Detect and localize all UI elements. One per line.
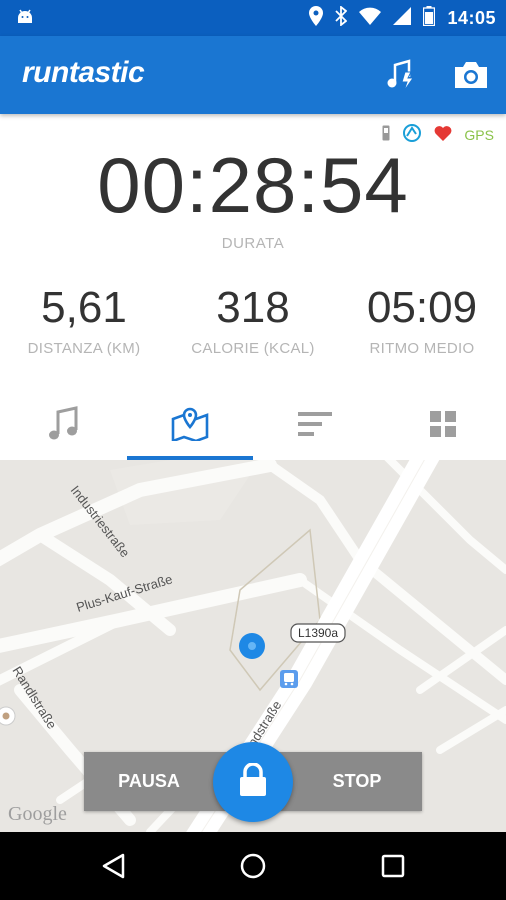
poi-icon[interactable] (0, 706, 16, 726)
road-badge-label: L1390a (298, 626, 338, 640)
lock-button[interactable] (213, 742, 293, 822)
road-badge: L1390a (290, 623, 346, 643)
distance-value: 5,61 (41, 283, 127, 332)
music-note-icon (46, 405, 80, 447)
back-icon[interactable] (97, 850, 129, 882)
recents-icon[interactable] (377, 850, 409, 882)
bluetooth-icon (335, 4, 348, 31)
app-bar: runtastic (0, 36, 506, 114)
grid-icon (429, 410, 457, 443)
map-icon (171, 407, 209, 446)
pace-label: RITMO MEDIO (369, 340, 475, 357)
duration-value: 00:28:54 (97, 141, 409, 229)
pace-metric: 05:09 RITMO MEDIO (338, 280, 506, 357)
distance-label: DISTANZA (KM) (27, 340, 141, 357)
session-tabs (0, 392, 506, 460)
status-time: 14:05 (447, 7, 496, 28)
location-icon (309, 5, 324, 31)
home-icon[interactable] (237, 850, 269, 882)
street-label-randl: Randlstraße (9, 664, 59, 732)
app-logo: runtastic (22, 56, 145, 89)
tab-graphs[interactable] (253, 392, 380, 460)
wifi-icon (359, 7, 382, 30)
distance-metric: 5,61 DISTANZA (KM) (0, 280, 168, 357)
runtastic-session-screen: 14:05 runtastic GPS 00:28:54 DURATA 5,61… (0, 0, 506, 900)
pace-value: 05:09 (366, 283, 478, 332)
tab-map[interactable] (126, 392, 254, 460)
signal-icon (393, 6, 412, 30)
android-icon (14, 7, 36, 34)
stop-button[interactable]: STOP (292, 752, 422, 811)
bus-stop-icon[interactable] (280, 670, 298, 688)
battery-icon (423, 5, 436, 31)
camera-icon[interactable] (453, 60, 489, 95)
music-power-song-icon[interactable] (385, 58, 419, 97)
calories-label: CALORIE (KCAL) (191, 340, 315, 357)
lock-icon (239, 761, 267, 802)
current-location-marker (239, 633, 265, 659)
tab-music[interactable] (0, 392, 127, 460)
duration-label: DURATA (221, 235, 285, 252)
pause-button[interactable]: PAUSA (84, 752, 214, 811)
calories-metric: 318 CALORIE (KCAL) (169, 280, 337, 357)
bars-icon (298, 410, 334, 443)
google-attribution: Google (8, 803, 67, 825)
system-nav-bar (0, 832, 506, 900)
calories-value: 318 (216, 283, 290, 332)
tab-dashboard[interactable] (380, 392, 506, 460)
status-bar: 14:05 (0, 0, 506, 36)
